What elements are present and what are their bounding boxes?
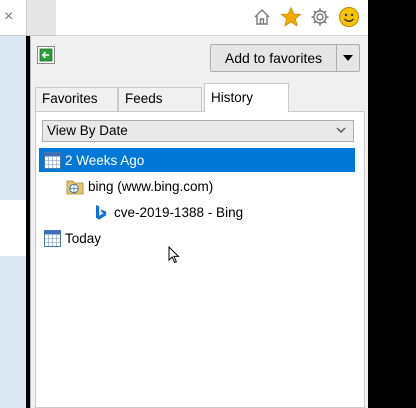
page-content-fragment [0,200,26,256]
favorites-center-panel: Add to favorites Favorites Feeds History… [30,36,368,408]
history-group-label: Today [65,230,102,246]
history-page-cve-2019-1388[interactable]: cve-2019-1388 - Bing [92,200,243,224]
view-by-selected-value: View By Date [47,123,128,138]
tab-favorites[interactable]: Favorites [35,87,118,111]
history-site-bing[interactable]: bing (www.bing.com) [66,174,213,198]
history-page-label: cve-2019-1388 - Bing [114,204,244,220]
pin-favorites-center-button[interactable] [37,46,55,64]
close-tab-icon[interactable]: × [4,7,13,27]
history-site-label: bing (www.bing.com) [88,178,214,194]
favorites-tabs: Favorites Feeds History [35,83,365,112]
add-to-favorites-button[interactable]: Add to favorites [211,45,337,71]
home-icon[interactable] [251,6,273,28]
browser-tab[interactable]: × [0,0,26,36]
desktop-background [368,0,416,408]
browser-toolbar [56,0,368,36]
website-folder-icon [66,177,84,195]
new-tab-button[interactable] [26,0,56,36]
tab-history[interactable]: History [204,83,289,112]
settings-gear-icon[interactable] [309,6,331,28]
page-background-strip: × [0,0,26,408]
calendar-icon [43,229,61,247]
calendar-icon [43,151,61,169]
history-group-today[interactable]: Today [43,226,101,250]
dropdown-arrow-icon [343,55,353,61]
add-to-favorites-split-button: Add to favorites [210,44,360,72]
pin-arrow-icon [39,48,53,62]
view-by-dropdown[interactable]: View By Date [42,120,354,142]
chevron-down-icon [336,127,346,133]
tab-feeds[interactable]: Feeds [118,87,202,111]
add-to-favorites-dropdown[interactable] [337,45,359,71]
feedback-smiley-icon[interactable] [338,6,360,28]
favorites-star-icon[interactable] [280,6,302,28]
mouse-pointer-icon [168,246,180,264]
history-group-2-weeks-ago[interactable]: 2 Weeks Ago [39,148,355,172]
history-pane: View By Date 2 Weeks Ago bing (www.bing.… [35,111,365,408]
history-group-label: 2 Weeks Ago [65,152,145,168]
bing-logo-icon [92,203,110,221]
